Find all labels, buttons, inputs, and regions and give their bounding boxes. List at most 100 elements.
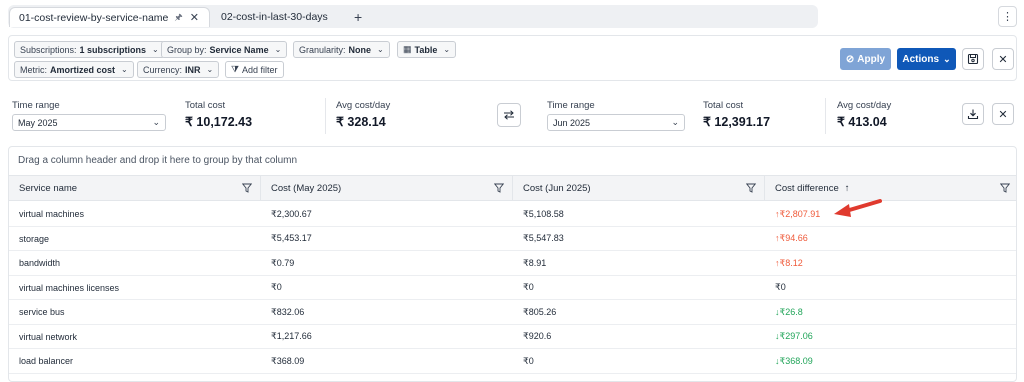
column-header-cost-jun[interactable]: Cost (Jun 2025) (513, 176, 765, 201)
filter-icon[interactable] (1000, 183, 1010, 193)
time-range-select-left[interactable]: May 2025 ⌄ (12, 114, 166, 131)
avg-cost-value: ₹ 328.14 (336, 115, 386, 129)
chevron-down-icon: ⌄ (377, 45, 384, 54)
chevron-down-icon: ⌄ (121, 65, 128, 74)
add-filter-label: Add filter (242, 64, 278, 75)
currency-chip[interactable]: Currency: INR ⌄ (137, 61, 220, 78)
tab-cost-review[interactable]: 01-cost-review-by-service-name 🖈 ✕ (9, 7, 210, 27)
table-row[interactable]: virtual machines ₹2,300.67 ₹5,108.58 ↑₹2,80… (9, 202, 1016, 227)
swap-icon[interactable] (497, 103, 521, 127)
time-range-select-right[interactable]: Jun 2025 ⌄ (547, 114, 685, 131)
cell-cost-may: ₹5,453.17 (271, 233, 312, 243)
table-row[interactable]: service bus ₹832.06 ₹805.26 ↓₹26.8 (9, 300, 1016, 325)
chevron-down-icon: ⌄ (671, 117, 679, 127)
add-filter-icon: ⧩ (231, 64, 240, 74)
sort-ascending-icon[interactable]: ↑ (845, 183, 850, 194)
filter-icon[interactable] (242, 183, 252, 193)
close-icon[interactable]: ✕ (992, 103, 1014, 125)
save-icon[interactable] (962, 48, 984, 70)
cell-cost-jun: ₹0 (523, 355, 534, 366)
group-by-label: Group by: (167, 44, 207, 55)
divider (325, 98, 326, 134)
currency-label: Currency: (143, 64, 183, 75)
chevron-down-icon: ⌄ (152, 117, 160, 127)
group-by-value: Service Name (209, 44, 269, 55)
group-drop-zone[interactable]: Drag a column header and drop it here to… (9, 147, 1016, 176)
column-header-label: Service name (19, 183, 78, 194)
actions-label: Actions (902, 53, 940, 65)
tab-bar: 01-cost-review-by-service-name 🖈 ✕ 02-co… (8, 5, 818, 28)
subscriptions-label: Subscriptions: (20, 44, 77, 55)
column-header-service-name[interactable]: Service name (9, 176, 261, 201)
cell-cost-jun: ₹8.91 (523, 257, 547, 268)
table-icon: ▦ (403, 44, 412, 54)
cell-service-name: storage (19, 233, 50, 244)
cell-cost-difference: ↑₹8.12 (775, 257, 803, 268)
total-cost-value: ₹ 12,391.17 (703, 115, 771, 129)
view-type-chip[interactable]: ▦ Table ⌄ (397, 41, 457, 58)
add-tab-button[interactable]: + (354, 7, 362, 27)
cell-cost-difference: ↓₹297.06 (775, 331, 813, 341)
table-row[interactable]: load balancer ₹368.09 ₹0 ↓₹368.09 (9, 349, 1016, 374)
filter-icon[interactable] (494, 183, 504, 193)
granularity-chip[interactable]: Granularity: None ⌄ (293, 41, 390, 58)
total-cost-label: Total cost (703, 100, 744, 111)
time-range-value: Jun 2025 (553, 117, 591, 128)
cell-service-name: load balancer (19, 356, 74, 366)
cell-cost-jun: ₹5,108.58 (523, 208, 564, 219)
chevron-down-icon: ⌄ (152, 45, 159, 54)
close-tab-icon[interactable]: ✕ (190, 11, 199, 24)
actions-button[interactable]: Actions ⌄ (897, 48, 956, 70)
avg-cost-label: Avg cost/day (837, 100, 892, 111)
cell-cost-jun: ₹0 (523, 282, 534, 292)
currency-value: INR (185, 64, 201, 75)
subscriptions-value: 1 subscriptions (79, 44, 147, 55)
close-icon[interactable]: ✕ (992, 48, 1014, 70)
table-row[interactable]: virtual network ₹1,217.66 ₹920.6 ↓₹297.06 (9, 325, 1016, 349)
cell-cost-difference: ↑₹94.66 (775, 233, 808, 243)
cell-cost-may: ₹2,300.67 (271, 208, 312, 219)
chevron-down-icon: ⌄ (206, 65, 214, 74)
cell-cost-may: ₹368.09 (271, 355, 305, 366)
more-options-icon[interactable]: ⋮ (998, 6, 1017, 27)
add-filter-button[interactable]: ⧩ Add filter (225, 61, 284, 78)
subscriptions-chip[interactable]: Subscriptions: 1 subscriptions ⌄ (14, 41, 165, 58)
cell-cost-difference: ↓₹26.8 (775, 306, 803, 317)
cell-service-name: bandwidth (19, 258, 61, 268)
group-by-chip[interactable]: Group by: Service Name ⌄ (161, 41, 288, 58)
table-row[interactable]: virtual machines licenses ₹0 ₹0 ₹0 (9, 276, 1016, 300)
pin-icon[interactable]: 🖈 (174, 10, 182, 26)
check-circle-icon: ⊘ (845, 53, 855, 65)
tab-cost-last-30-days[interactable]: 02-cost-in-last-30-days (221, 7, 328, 27)
table-header: Service name Cost (May 2025) Cost (Jun 2… (9, 176, 1016, 201)
tab-label: 01-cost-review-by-service-name (19, 11, 169, 24)
cost-table: Drag a column header and drop it here to… (8, 146, 1017, 382)
table-row[interactable]: bandwidth ₹0.79 ₹8.91 ↑₹8.12 (9, 251, 1016, 276)
cell-cost-jun: ₹805.26 (523, 306, 557, 317)
column-header-cost-difference[interactable]: Cost difference ↑ (765, 176, 1016, 201)
metric-chip[interactable]: Metric: Amortized cost ⌄ (14, 61, 134, 78)
view-type-value: Table (414, 44, 438, 55)
time-range-value: May 2025 (18, 117, 58, 128)
table-row[interactable]: storage ₹5,453.17 ₹5,547.83 ↑₹94.66 (9, 227, 1016, 251)
cell-service-name: virtual machines (19, 209, 85, 219)
time-range-label: Time range (12, 100, 60, 111)
apply-button[interactable]: ⊘ Apply (840, 48, 891, 70)
avg-cost-label: Avg cost/day (336, 100, 391, 111)
divider (825, 98, 826, 134)
cell-cost-difference: ↑₹2,807.91 (775, 208, 821, 219)
cell-cost-may: ₹0 (271, 282, 282, 292)
cell-cost-difference: ↓₹368.09 (775, 355, 813, 366)
total-cost-label: Total cost (185, 100, 226, 111)
chevron-down-icon: ⌄ (943, 53, 951, 64)
cell-cost-may: ₹1,217.66 (271, 331, 312, 341)
cell-cost-jun: ₹5,547.83 (523, 233, 564, 243)
column-header-label: Cost (May 2025) (271, 183, 342, 194)
download-icon[interactable] (962, 103, 984, 125)
column-header-label: Cost difference (775, 183, 839, 194)
cell-service-name: virtual network (19, 331, 78, 342)
metric-label: Metric: (20, 64, 47, 75)
column-header-cost-may[interactable]: Cost (May 2025) (261, 176, 513, 201)
metric-value: Amortized cost (50, 64, 116, 75)
filter-icon[interactable] (746, 183, 756, 193)
